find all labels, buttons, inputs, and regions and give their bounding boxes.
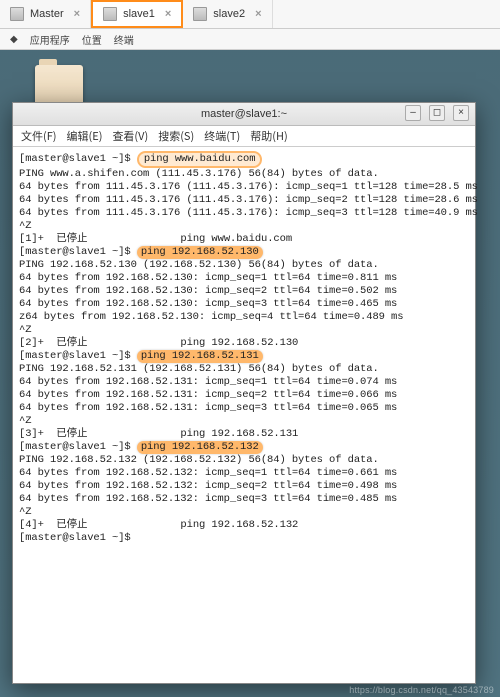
output-line: PING 192.168.52.131 (192.168.52.131) 56(… (19, 363, 379, 375)
menu-applications[interactable]: 应用程序 (30, 32, 70, 47)
output-line: 64 bytes from 111.45.3.176 (111.45.3.176… (19, 207, 478, 219)
app-tab-bar: Master × slave1 × slave2 × (0, 0, 500, 29)
output-line: ^Z (19, 506, 31, 518)
tab-slave1[interactable]: slave1 × (91, 0, 183, 28)
maximize-button[interactable]: ◻ (429, 105, 445, 121)
menu-view[interactable]: 查看(V) (112, 128, 148, 144)
highlight-cmd-132: ping 192.168.52.132 (137, 441, 263, 454)
tab-label: slave2 (213, 8, 245, 20)
output-line: PING www.a.shifen.com (111.45.3.176) 56(… (19, 168, 379, 180)
menu-places[interactable]: 位置 (82, 32, 102, 47)
prompt: [master@slave1 ~]$ (19, 153, 131, 165)
output-line: ^Z (19, 415, 31, 427)
terminal-icon (103, 7, 117, 21)
output-line: 64 bytes from 192.168.52.131: icmp_seq=3… (19, 402, 397, 414)
close-icon[interactable]: × (255, 8, 261, 20)
terminal-window: master@slave1:~ – ◻ × 文件(F) 编辑(E) 查看(V) … (12, 102, 476, 684)
output-line: ^Z (19, 324, 31, 336)
prompt: [master@slave1 ~]$ (19, 246, 131, 258)
terminal-body[interactable]: [master@slave1 ~]$ ping www.baidu.com PI… (13, 147, 475, 549)
terminal-menubar: 文件(F) 编辑(E) 查看(V) 搜索(S) 终端(T) 帮助(H) (13, 126, 475, 147)
highlight-cmd-baidu: ping www.baidu.com (137, 151, 263, 168)
output-line: 64 bytes from 192.168.52.131: icmp_seq=2… (19, 389, 397, 401)
output-line: [3]+ 已停止 ping 192.168.52.131 (19, 428, 298, 440)
menu-help[interactable]: 帮助(H) (250, 128, 287, 144)
folder-icon[interactable] (35, 65, 83, 105)
menu-edit[interactable]: 编辑(E) (67, 128, 103, 144)
close-icon[interactable]: × (165, 8, 171, 20)
menu-search[interactable]: 搜索(S) (158, 128, 194, 144)
output-line: 64 bytes from 192.168.52.132: icmp_seq=1… (19, 467, 397, 479)
tab-slave2[interactable]: slave2 × (183, 0, 272, 28)
output-line: 64 bytes from 192.168.52.130: icmp_seq=2… (19, 285, 397, 297)
highlight-cmd-130: ping 192.168.52.130 (137, 246, 263, 259)
prompt: [master@slave1 ~]$ (19, 532, 131, 544)
watermark: https://blog.csdn.net/qq_43543789 (349, 685, 494, 695)
window-title: master@slave1:~ (201, 108, 287, 120)
output-line: [2]+ 已停止 ping 192.168.52.130 (19, 337, 298, 349)
window-titlebar[interactable]: master@slave1:~ – ◻ × (13, 103, 475, 126)
prompt: [master@slave1 ~]$ (19, 441, 131, 453)
output-line: 64 bytes from 192.168.52.130: icmp_seq=1… (19, 272, 397, 284)
close-icon[interactable]: × (74, 8, 80, 20)
output-line: ^Z (19, 220, 31, 232)
highlight-cmd-131: ping 192.168.52.131 (137, 350, 263, 363)
minimize-button[interactable]: – (405, 105, 421, 121)
terminal-icon (193, 7, 207, 21)
output-line: 64 bytes from 192.168.52.132: icmp_seq=3… (19, 493, 397, 505)
output-line: 64 bytes from 111.45.3.176 (111.45.3.176… (19, 194, 478, 206)
prompt: [master@slave1 ~]$ (19, 350, 131, 362)
close-button[interactable]: × (453, 105, 469, 121)
output-line: 64 bytes from 111.45.3.176 (111.45.3.176… (19, 181, 478, 193)
menu-terminal[interactable]: 终端(T) (204, 128, 240, 144)
terminal-icon (10, 7, 24, 21)
window-buttons: – ◻ × (405, 105, 469, 121)
menu-file[interactable]: 文件(F) (21, 128, 57, 144)
desktop: master@slave1:~ – ◻ × 文件(F) 编辑(E) 查看(V) … (0, 50, 500, 697)
output-line: 64 bytes from 192.168.52.132: icmp_seq=2… (19, 480, 397, 492)
output-line: z64 bytes from 192.168.52.130: icmp_seq=… (19, 311, 403, 323)
desktop-menubar: ◆ 应用程序 位置 终端 (0, 29, 500, 50)
output-line: PING 192.168.52.132 (192.168.52.132) 56(… (19, 454, 379, 466)
tab-label: Master (30, 8, 64, 20)
output-line: [4]+ 已停止 ping 192.168.52.132 (19, 519, 298, 531)
menu-apps-icon: ◆ (10, 34, 18, 45)
tab-label: slave1 (123, 8, 155, 20)
tab-master[interactable]: Master × (0, 0, 91, 28)
output-line: PING 192.168.52.130 (192.168.52.130) 56(… (19, 259, 379, 271)
output-line: 64 bytes from 192.168.52.131: icmp_seq=1… (19, 376, 397, 388)
menu-terminal[interactable]: 终端 (114, 32, 134, 47)
output-line: 64 bytes from 192.168.52.130: icmp_seq=3… (19, 298, 397, 310)
output-line: [1]+ 已停止 ping www.baidu.com (19, 233, 292, 245)
